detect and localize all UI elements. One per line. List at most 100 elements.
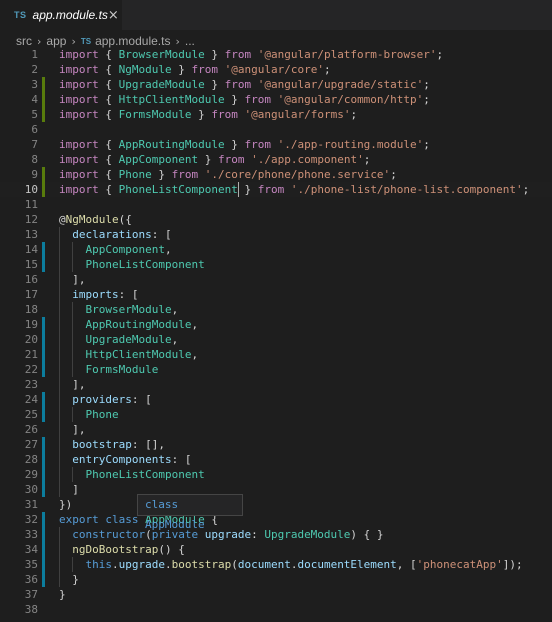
breadcrumb-file[interactable]: app.module.ts (95, 34, 170, 48)
code-line[interactable]: 12 @NgModule({ (0, 212, 552, 227)
code-line[interactable]: 4 import { HttpClientModule } from '@angu… (0, 92, 552, 107)
code-line[interactable]: 35 this.upgrade.bootstrap(document.docum… (0, 557, 552, 572)
code-token: ]); (502, 558, 523, 571)
code-token: ; (423, 138, 430, 151)
git-modified-marker[interactable] (42, 482, 45, 497)
git-added-marker[interactable] (42, 107, 45, 122)
code-line[interactable]: 6 (0, 122, 552, 137)
code-line[interactable]: 25 Phone (0, 407, 552, 422)
code-token: }) (59, 498, 73, 511)
code-token: 'phonecatApp' (416, 558, 503, 571)
git-modified-marker[interactable] (42, 347, 45, 362)
code-line[interactable]: 27 bootstrap: [], (0, 437, 552, 452)
code-line[interactable]: 31}) (0, 497, 552, 512)
git-modified-marker[interactable] (42, 242, 45, 257)
code-line[interactable]: 38 (0, 602, 552, 617)
line-number: 7 (31, 138, 38, 151)
code-token: import (59, 168, 99, 181)
git-modified-marker[interactable] (42, 557, 45, 572)
git-modified-marker[interactable] (42, 317, 45, 332)
code-text: providers: [ (59, 392, 151, 407)
git-added-marker[interactable] (42, 167, 45, 182)
code-token: constructor (72, 528, 146, 541)
code-line[interactable]: 20 UpgradeModule, (0, 332, 552, 347)
code-line[interactable]: 26 ], (0, 422, 552, 437)
code-line[interactable]: 3 import { UpgradeModule } from '@angular… (0, 77, 552, 92)
code-line[interactable]: 34 ngDoBootstrap() { (0, 542, 552, 557)
git-added-marker[interactable] (42, 77, 45, 92)
git-modified-marker[interactable] (42, 257, 45, 272)
code-line[interactable]: 9 import { Phone } from './core/phone/pho… (0, 167, 552, 182)
line-number: 20 (24, 333, 38, 346)
code-line[interactable]: 10 import { PhoneListComponent } from './… (0, 182, 552, 197)
code-token: FormsModule (118, 108, 192, 121)
code-line[interactable]: 24 providers: [ (0, 392, 552, 407)
line-number: 24 (24, 393, 38, 406)
code-line[interactable]: 32export class AppModule { (0, 512, 552, 527)
line-number: 21 (24, 348, 38, 361)
code-line[interactable]: 16 ], (0, 272, 552, 287)
code-token: . (112, 558, 119, 571)
git-modified-marker[interactable] (42, 407, 45, 422)
code-line[interactable]: 22 FormsModule (0, 362, 552, 377)
code-token: ; (323, 63, 331, 76)
code-line[interactable]: 18 BrowserModule, (0, 302, 552, 317)
code-token: import (59, 153, 99, 166)
code-line[interactable]: 21 HttpClientModule, (0, 347, 552, 362)
code-token: export (59, 513, 99, 526)
code-line[interactable]: 7 import { AppRoutingModule } from './app… (0, 137, 552, 152)
code-token: import (59, 78, 99, 91)
breadcrumb-app[interactable]: app (46, 34, 66, 48)
git-added-marker[interactable] (42, 182, 45, 197)
git-modified-marker[interactable] (42, 527, 45, 542)
code-line[interactable]: 13 declarations: [ (0, 227, 552, 242)
code-token: ({ (118, 213, 132, 226)
code-line[interactable]: 23 ], (0, 377, 552, 392)
code-text: constructor(private upgrade: UpgradeModu… (59, 527, 384, 542)
code-line[interactable]: 2 import { NgModule } from '@angular/core… (0, 62, 552, 77)
code-line[interactable]: 37} (0, 587, 552, 602)
code-line[interactable]: 17 imports: [ (0, 287, 552, 302)
git-modified-marker[interactable] (42, 512, 45, 527)
code-line[interactable]: 11 (0, 197, 552, 212)
git-added-marker[interactable] (42, 92, 45, 107)
git-modified-marker[interactable] (42, 572, 45, 587)
code-line[interactable]: 33 constructor(private upgrade: UpgradeM… (0, 527, 552, 542)
git-modified-marker[interactable] (42, 542, 45, 557)
code-line[interactable]: 19 AppRoutingModule, (0, 317, 552, 332)
code-line[interactable]: 15 PhoneListComponent (0, 257, 552, 272)
code-token: ) { } (350, 528, 384, 541)
code-line[interactable]: 30 ] (0, 482, 552, 497)
git-modified-marker[interactable] (42, 332, 45, 347)
code-text: declarations: [ (59, 227, 171, 242)
code-token: , [ (396, 558, 417, 571)
code-token: } (224, 138, 245, 151)
line-number: 25 (24, 408, 38, 421)
git-modified-marker[interactable] (42, 392, 45, 407)
close-icon[interactable]: × (108, 9, 119, 22)
code-text: import { AppComponent } from './app.comp… (59, 152, 370, 167)
code-token: BrowserModule (118, 48, 205, 61)
line-number: 14 (24, 243, 38, 256)
code-text: } (59, 572, 79, 587)
tab-app-module[interactable]: TS app.module.ts × (0, 0, 123, 30)
code-token: ( (231, 558, 238, 571)
code-line[interactable]: 14 AppComponent, (0, 242, 552, 257)
git-modified-marker[interactable] (42, 362, 45, 377)
code-text: ] (59, 482, 79, 497)
breadcrumb-symbols[interactable]: ... (185, 34, 195, 48)
git-modified-marker[interactable] (42, 467, 45, 482)
code-line[interactable]: 36 } (0, 572, 552, 587)
git-modified-marker[interactable] (42, 437, 45, 452)
code-line[interactable]: 8 import { AppComponent } from './app.com… (0, 152, 552, 167)
git-modified-marker[interactable] (42, 452, 45, 467)
breadcrumb-src[interactable]: src (16, 34, 32, 48)
code-line[interactable]: 5 import { FormsModule } from '@angular/f… (0, 107, 552, 122)
code-line[interactable]: 29 PhoneListComponent (0, 467, 552, 482)
code-token: FormsModule (85, 363, 159, 376)
code-line[interactable]: 28 entryComponents: [ (0, 452, 552, 467)
code-line[interactable]: 1 import { BrowserModule } from '@angular… (0, 47, 552, 62)
